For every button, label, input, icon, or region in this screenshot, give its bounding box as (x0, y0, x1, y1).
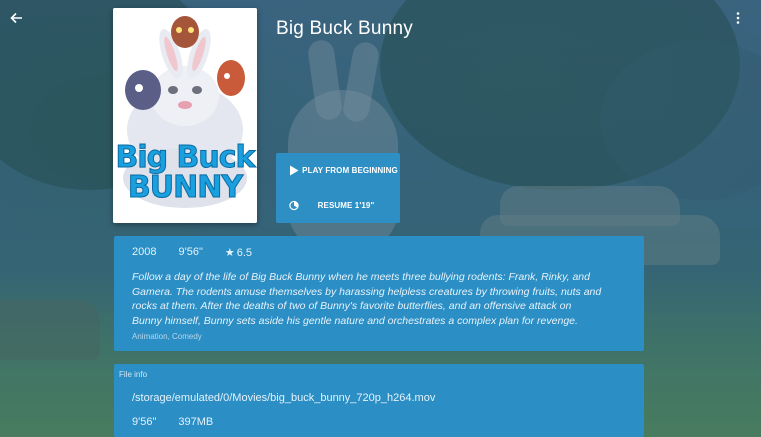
file-info-card: File info /storage/emulated/0/Movies/big… (114, 364, 644, 437)
resume-label: RESUME 1'19" (317, 201, 375, 210)
overflow-menu-button[interactable] (728, 8, 748, 28)
file-info-label: File info (119, 370, 148, 379)
file-path: /storage/emulated/0/Movies/big_buck_bunn… (132, 392, 436, 404)
playback-actions: PLAY FROM BEGINNING RESUME 1'19" (276, 153, 400, 223)
movie-title: Big Buck Bunny (276, 18, 413, 39)
details-card: 2008 9'56" ★ 6.5 Follow a day of the lif… (114, 236, 644, 351)
genres: Animation, Comedy (132, 332, 202, 341)
star-icon: ★ (224, 247, 235, 259)
more-vert-icon (736, 12, 740, 24)
file-meta: 9'56" 397MB (132, 416, 235, 428)
play-from-beginning-label: PLAY FROM BEGINNING (302, 166, 398, 175)
resume-button[interactable]: RESUME 1'19" (276, 188, 400, 223)
play-from-beginning-button[interactable]: PLAY FROM BEGINNING (276, 153, 400, 188)
rating: ★ 6.5 (224, 246, 274, 260)
arrow-back-icon (10, 12, 22, 24)
file-duration: 9'56" (132, 416, 157, 428)
duration: 9'56" (178, 246, 203, 258)
file-size: 397MB (178, 416, 214, 428)
poster-title-line2: BUNNY (127, 170, 243, 206)
description: Follow a day of the life of Big Buck Bun… (132, 271, 602, 327)
movie-poster: Big Buck BUNNY (113, 8, 257, 223)
back-button[interactable] (6, 8, 26, 28)
rating-value: 6.5 (236, 246, 253, 259)
meta-row: 2008 9'56" ★ 6.5 (132, 246, 296, 259)
release-year: 2008 (132, 246, 157, 258)
